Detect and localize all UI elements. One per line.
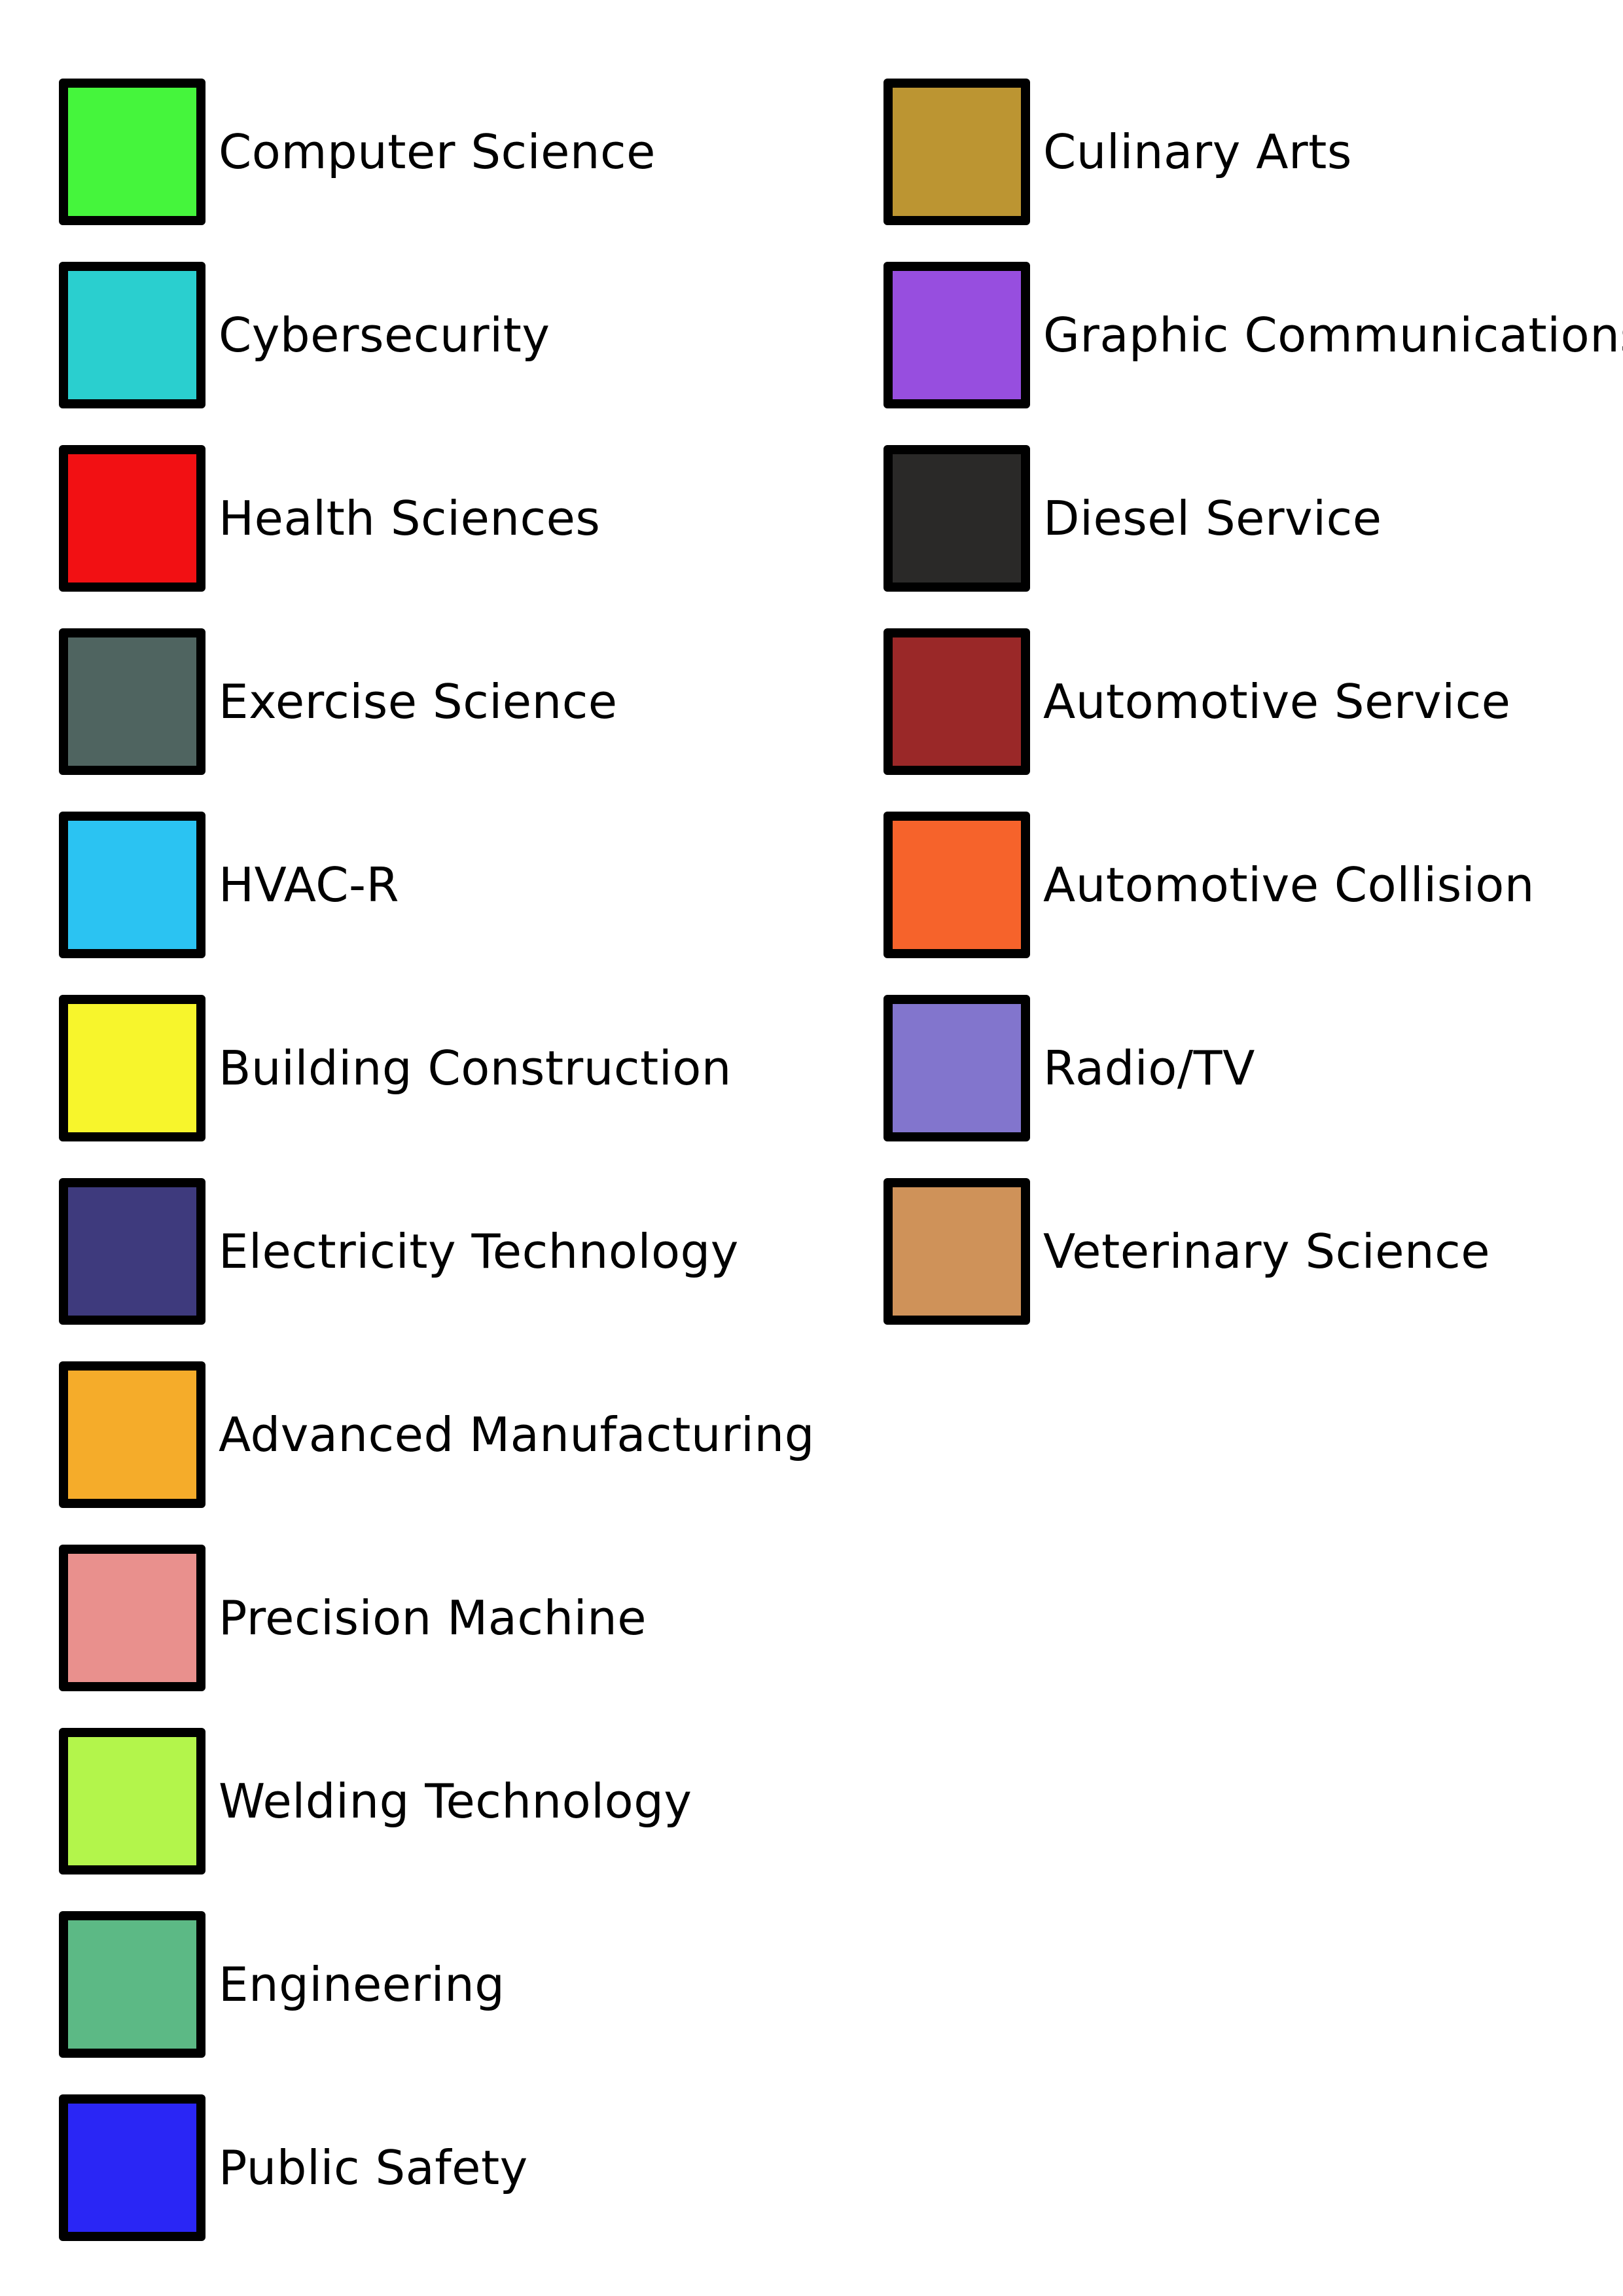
color-swatch — [59, 2094, 205, 2241]
legend-item-radio-tv: Radio/TV — [883, 977, 1623, 1160]
legend-item-veterinary-science: Veterinary Science — [883, 1160, 1623, 1343]
legend-label: Graphic Communications — [1043, 308, 1623, 363]
legend-label: Automotive Service — [1043, 674, 1511, 729]
legend-item-welding-technology: Welding Technology — [59, 1710, 815, 1893]
legend-label: Engineering — [219, 1957, 505, 2012]
legend-item-public-safety: Public Safety — [59, 2076, 815, 2259]
legend-item-cybersecurity: Cybersecurity — [59, 243, 815, 427]
color-swatch — [883, 1178, 1030, 1325]
legend-item-computer-science: Computer Science — [59, 60, 815, 243]
color-swatch — [59, 1178, 205, 1325]
legend-item-graphic-communications: Graphic Communications — [883, 243, 1623, 427]
color-swatch — [883, 79, 1030, 225]
legend-item-health-sciences: Health Sciences — [59, 427, 815, 610]
legend-label: Welding Technology — [219, 1774, 692, 1829]
legend-label: Health Sciences — [219, 491, 601, 546]
legend-label: Automotive Collision — [1043, 857, 1535, 912]
legend-label: Diesel Service — [1043, 491, 1382, 546]
legend-item-automotive-service: Automotive Service — [883, 610, 1623, 793]
legend-label: HVAC-R — [219, 857, 400, 912]
legend-item-culinary-arts: Culinary Arts — [883, 60, 1623, 243]
color-swatch — [59, 1728, 205, 1874]
legend-item-building-construction: Building Construction — [59, 977, 815, 1160]
color-swatch — [883, 628, 1030, 775]
color-swatch — [59, 1911, 205, 2058]
legend-label: Radio/TV — [1043, 1041, 1255, 1096]
color-swatch — [59, 262, 205, 408]
legend-label: Cybersecurity — [219, 308, 550, 363]
color-swatch — [59, 79, 205, 225]
legend-label: Advanced Manufacturing — [219, 1407, 815, 1462]
color-swatch — [59, 1545, 205, 1691]
legend-label: Electricity Technology — [219, 1224, 739, 1279]
legend-label: Exercise Science — [219, 674, 618, 729]
color-swatch — [883, 995, 1030, 1141]
legend-item-advanced-manufacturing: Advanced Manufacturing — [59, 1343, 815, 1526]
legend-item-electricity-technology: Electricity Technology — [59, 1160, 815, 1343]
color-swatch — [883, 445, 1030, 592]
legend-item-engineering: Engineering — [59, 1893, 815, 2076]
legend-right-column: Culinary Arts Graphic Communications Die… — [883, 60, 1623, 1343]
legend-item-automotive-collision: Automotive Collision — [883, 793, 1623, 977]
legend-item-exercise-science: Exercise Science — [59, 610, 815, 793]
color-swatch — [59, 628, 205, 775]
color-swatch — [59, 1361, 205, 1508]
legend-item-precision-machine: Precision Machine — [59, 1526, 815, 1710]
legend-item-hvac-r: HVAC-R — [59, 793, 815, 977]
legend-label: Building Construction — [219, 1041, 732, 1096]
legend-label: Public Safety — [219, 2140, 528, 2195]
color-swatch — [883, 812, 1030, 958]
legend-label: Computer Science — [219, 124, 656, 179]
legend-left-column: Computer Science Cybersecurity Health Sc… — [59, 60, 815, 2259]
legend-label: Veterinary Science — [1043, 1224, 1491, 1279]
legend-label: Precision Machine — [219, 1590, 647, 1645]
legend-label: Culinary Arts — [1043, 124, 1352, 179]
color-swatch — [59, 445, 205, 592]
color-swatch — [59, 812, 205, 958]
color-swatch — [59, 995, 205, 1141]
legend-item-diesel-service: Diesel Service — [883, 427, 1623, 610]
color-swatch — [883, 262, 1030, 408]
